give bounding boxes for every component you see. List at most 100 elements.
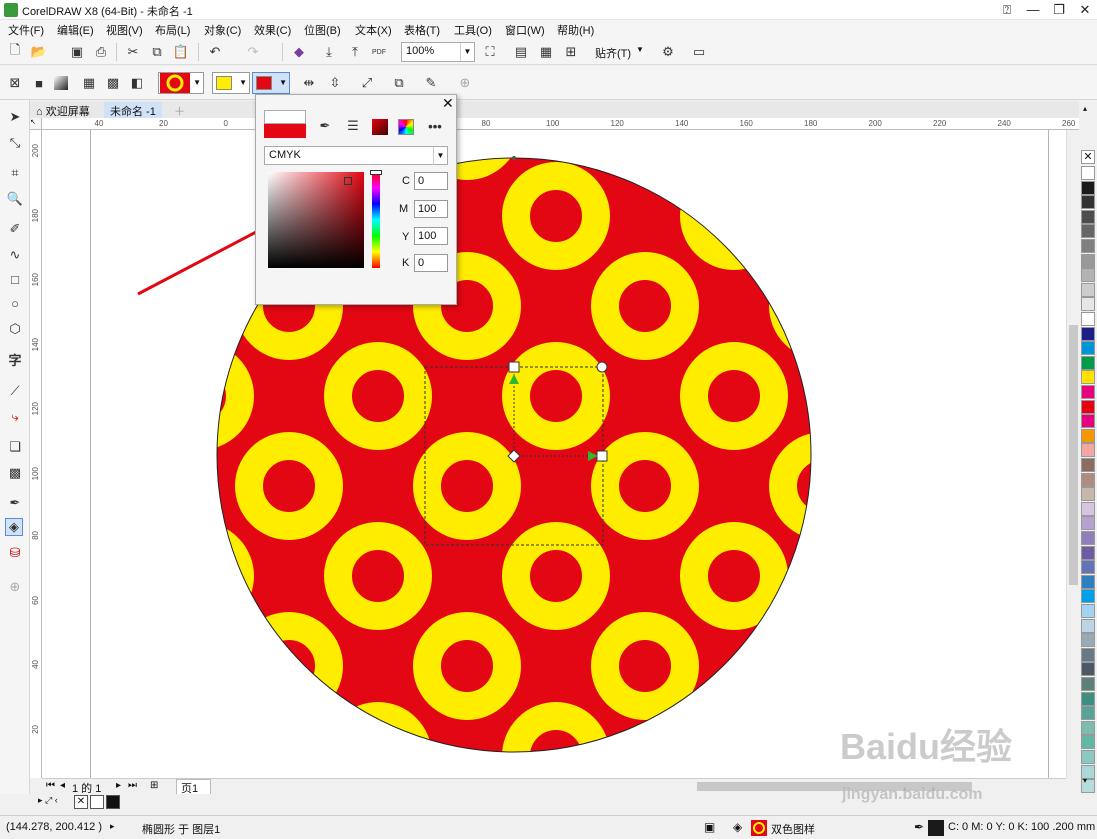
pattern-fill-icon[interactable]: ▦ [80,74,98,92]
no-fill-icon[interactable]: ⊠ [6,74,24,92]
palette-arrow-up-icon[interactable]: ▴ [1083,104,1087,113]
add-page-icon[interactable]: ⊞ [150,780,158,791]
eyedropper-icon[interactable]: ✒ [316,117,334,135]
zoom-to-page-icon[interactable]: ⛶ [481,43,499,61]
ruler-horizontal[interactable]: 6040200204060801001201401601802002202402… [30,118,1080,130]
menu-tools[interactable]: 工具(O) [454,22,492,38]
parallel-dimension-tool-icon[interactable]: ⟋ [6,382,24,400]
palette-swatch[interactable] [1081,224,1095,239]
zoom-level-select[interactable]: 100% ▼ [401,42,475,62]
palette-swatch[interactable] [1081,545,1095,560]
palette-swatch[interactable] [1081,574,1095,589]
import-icon[interactable]: ⤓ [320,43,338,61]
freehand-tool-icon[interactable]: ✐ [6,220,24,238]
transform-with-object-icon[interactable]: ⤢ [358,74,376,92]
next-page-icon[interactable]: ▸ [116,780,121,791]
palette-swatch[interactable] [1081,647,1095,662]
add-icon[interactable]: ⊕ [456,74,474,92]
palette-swatch[interactable] [1081,589,1095,604]
white-swatch[interactable] [90,795,104,809]
menu-effects[interactable]: 效果(C) [254,22,291,38]
palette-swatch[interactable] [1081,560,1095,575]
palette-swatch[interactable] [1081,501,1095,516]
transparency-tool-icon[interactable]: ▩ [6,464,24,482]
pattern-handle-top[interactable] [508,361,520,373]
front-color-picker[interactable]: ▼ [252,72,290,94]
menu-bitmaps[interactable]: 位图(B) [304,22,341,38]
ellipse-tool-icon[interactable]: ○ [6,294,24,312]
drop-shadow-tool-icon[interactable]: ❏ [6,438,24,456]
minimize-button[interactable]: — [1020,1,1046,19]
redo-icon[interactable]: ↷ [244,43,262,61]
color-model-select[interactable]: CMYK ▼ [264,146,448,165]
palette-swatch[interactable] [1081,268,1095,283]
application-launcher-icon[interactable]: ▭ [690,43,708,61]
menu-object[interactable]: 对象(C) [204,22,241,38]
tab-welcome[interactable]: ⌂ 欢迎屏幕 [30,102,96,118]
full-screen-preview-icon[interactable]: ▤ [512,43,530,61]
scroll-thumb[interactable] [1069,325,1078,585]
color-square-marker[interactable] [344,177,352,185]
no-color-swatch[interactable]: ✕ [1081,150,1095,164]
palette-swatch[interactable] [1081,458,1095,472]
pattern-rotate-handle[interactable] [596,361,608,373]
menu-layout[interactable]: 布局(L) [155,22,190,38]
palette-swatch[interactable] [1081,662,1095,677]
user-icon[interactable]: ⍰ [994,1,1020,19]
palette-swatch[interactable] [1081,253,1095,268]
pattern-handle-right[interactable] [596,450,608,462]
palette-swatch[interactable] [1081,282,1095,297]
snap-to-dropdown[interactable]: 贴齐(T) [595,45,631,61]
postscript-fill-icon[interactable]: ◧ [128,74,146,92]
copy-fill-icon[interactable]: ⧉ [390,74,408,92]
color-proof-icon[interactable]: ▣ [704,820,715,834]
prev-page-icon[interactable]: ◂ [60,780,65,791]
palette-swatch[interactable] [1081,370,1095,385]
yellow-field[interactable]: 100 [414,227,448,245]
palette-swatch[interactable] [1081,399,1095,414]
palette-swatch[interactable] [1081,195,1095,210]
color-palettes-icon[interactable] [398,119,414,135]
back-color-picker[interactable]: ▼ [212,72,250,94]
cut-icon[interactable]: ✂ [124,43,142,61]
zoom-tool-icon[interactable]: 🔍 [6,190,24,208]
interactive-fill-tool-icon[interactable]: ◈ [5,518,23,536]
hue-slider-handle[interactable] [370,170,382,175]
palette-swatch[interactable] [1081,487,1095,502]
palette-swatch[interactable] [1081,720,1095,735]
docker-arrow-icon[interactable]: ▸ ⤢ ‹ [38,795,58,806]
show-grid-icon[interactable]: ▦ [537,43,555,61]
palette-swatch[interactable] [1081,341,1095,356]
palette-swatch[interactable] [1081,604,1095,618]
open-icon[interactable]: 📂 [30,43,48,61]
text-tool-icon[interactable]: 字 [6,350,24,368]
palette-arrow-down-icon[interactable]: ▾ [1083,776,1087,785]
palette-swatch[interactable] [1081,428,1095,443]
palette-swatch[interactable] [1081,706,1095,721]
menu-edit[interactable]: 编辑(E) [57,22,94,38]
texture-fill-icon[interactable]: ▩ [104,74,122,92]
uniform-fill-icon[interactable]: ■ [30,74,48,92]
palette-swatch[interactable] [1081,385,1095,399]
restore-button[interactable]: ❐ [1046,1,1072,19]
pick-tool-icon[interactable]: ➤ [6,108,24,126]
connector-tool-icon[interactable]: ⤷ [6,408,24,426]
vertical-scrollbar[interactable] [1066,130,1079,778]
palette-swatch[interactable] [1081,677,1095,691]
fountain-fill-icon[interactable] [54,76,68,90]
color-square[interactable] [268,172,364,268]
close-button[interactable]: ✕ [1072,1,1097,19]
eyedropper-tool-icon[interactable]: ✒ [6,494,24,512]
ruler-vertical[interactable]: 200 180 160 140 120 100 80 60 40 20 [30,130,42,778]
options-gear-icon[interactable]: ⚙ [659,43,677,61]
pattern-picker[interactable]: ▼ [158,72,204,94]
menu-help[interactable]: 帮助(H) [557,22,594,38]
export-icon[interactable]: ⤒ [346,43,364,61]
more-icon[interactable]: ••• [426,117,444,135]
copy-icon[interactable]: ⧉ [148,43,166,61]
black-swatch[interactable] [106,795,120,809]
black-field[interactable]: 0 [414,254,448,272]
palette-swatch[interactable] [1081,180,1095,195]
palette-swatch[interactable] [1081,414,1095,429]
add-tool-icon[interactable]: ⊕ [6,578,24,596]
